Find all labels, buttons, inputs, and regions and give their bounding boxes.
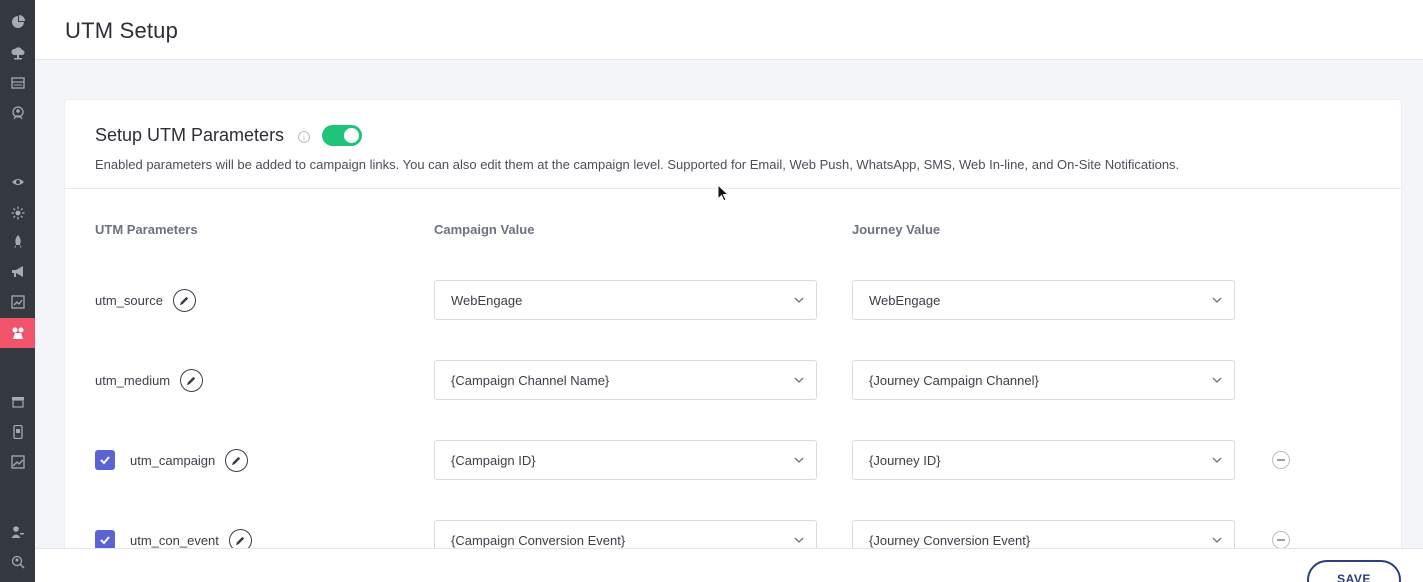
utm-setup-card: Setup UTM Parameters i Enabled parameter… — [65, 100, 1401, 570]
column-header-journey-value: Journey Value — [852, 222, 941, 237]
select-value: WebEngage — [451, 292, 523, 308]
param-name-group: utm_medium — [95, 360, 204, 400]
info-icon[interactable]: i — [298, 131, 310, 143]
pencil-icon[interactable] — [180, 368, 204, 392]
toggle-knob — [344, 128, 359, 143]
save-button[interactable]: SAVE — [1307, 560, 1401, 582]
utm-row-source: utm_source WebEngage WebEngage — [65, 280, 1401, 320]
select-value: {Campaign Conversion Event} — [451, 532, 626, 548]
select-value: {Campaign Channel Name} — [451, 372, 610, 388]
select-value: {Journey ID} — [869, 452, 941, 468]
param-name: utm_source — [95, 292, 163, 308]
remove-icon[interactable] — [1272, 451, 1290, 469]
database-icon[interactable] — [0, 68, 35, 98]
sun-icon[interactable] — [0, 198, 35, 228]
chevron-down-icon — [1212, 537, 1222, 543]
rocket-icon[interactable] — [0, 227, 35, 257]
card-header: Setup UTM Parameters i Enabled parameter… — [65, 100, 1401, 189]
select-value: {Journey Conversion Event} — [869, 532, 1031, 548]
select-value: {Campaign ID} — [451, 452, 536, 468]
store-icon[interactable] — [0, 387, 35, 417]
select-value: {Journey Campaign Channel} — [869, 372, 1039, 388]
param-name: utm_medium — [95, 372, 171, 388]
journey-value-select[interactable]: WebEngage — [852, 280, 1235, 320]
image-icon[interactable] — [0, 447, 35, 477]
column-header-utm-parameters: UTM Parameters — [95, 222, 198, 237]
megaphone-icon[interactable] — [0, 257, 35, 287]
search-users-icon[interactable] — [0, 547, 35, 577]
campaign-value-select[interactable]: WebEngage — [434, 280, 817, 320]
card-description: Enabled parameters will be added to camp… — [95, 157, 1180, 172]
card-title: Setup UTM Parameters — [95, 125, 285, 145]
chevron-down-icon — [794, 297, 804, 303]
cloud-upload-icon[interactable] — [0, 38, 35, 68]
pie-chart-icon[interactable] — [0, 7, 35, 37]
chevron-down-icon — [1212, 457, 1222, 463]
chevron-down-icon — [794, 457, 804, 463]
journey-value-select[interactable]: {Journey ID} — [852, 440, 1235, 480]
utm-row-campaign: utm_campaign {Campaign ID} {Journey ID} — [65, 440, 1401, 480]
mouse-cursor-icon — [717, 184, 730, 202]
mobile-icon[interactable] — [0, 417, 35, 447]
user-settings-icon[interactable] — [0, 517, 35, 547]
campaign-value-select[interactable]: {Campaign Channel Name} — [434, 360, 817, 400]
sidebar — [0, 0, 35, 582]
page-header: UTM Setup — [35, 0, 1423, 60]
param-name-group: utm_source — [95, 280, 196, 320]
eye-icon[interactable] — [0, 167, 35, 197]
utm-row-medium: utm_medium {Campaign Channel Name} {Jour… — [65, 360, 1401, 400]
param-name-group: utm_campaign — [130, 440, 249, 480]
campaign-value-select[interactable]: {Campaign ID} — [434, 440, 817, 480]
footer-bar: SAVE — [35, 548, 1423, 582]
select-value: WebEngage — [869, 292, 941, 308]
enable-checkbox[interactable] — [95, 530, 115, 550]
enable-checkbox[interactable] — [95, 450, 115, 470]
integrations-icon[interactable] — [0, 318, 35, 348]
page-title: UTM Setup — [65, 18, 179, 43]
chevron-down-icon — [794, 377, 804, 383]
journey-value-select[interactable]: {Journey Campaign Channel} — [852, 360, 1235, 400]
column-header-campaign-value: Campaign Value — [434, 222, 535, 237]
pencil-icon[interactable] — [225, 448, 249, 472]
badge-icon[interactable] — [0, 98, 35, 128]
remove-icon[interactable] — [1272, 531, 1290, 549]
pencil-icon[interactable] — [172, 288, 196, 312]
chevron-down-icon — [794, 537, 804, 543]
param-name: utm_con_event — [130, 532, 219, 548]
param-name: utm_campaign — [130, 452, 216, 468]
utm-enable-toggle[interactable] — [322, 125, 362, 146]
chevron-down-icon — [1212, 377, 1222, 383]
report-icon[interactable] — [0, 287, 35, 317]
chevron-down-icon — [1212, 297, 1222, 303]
